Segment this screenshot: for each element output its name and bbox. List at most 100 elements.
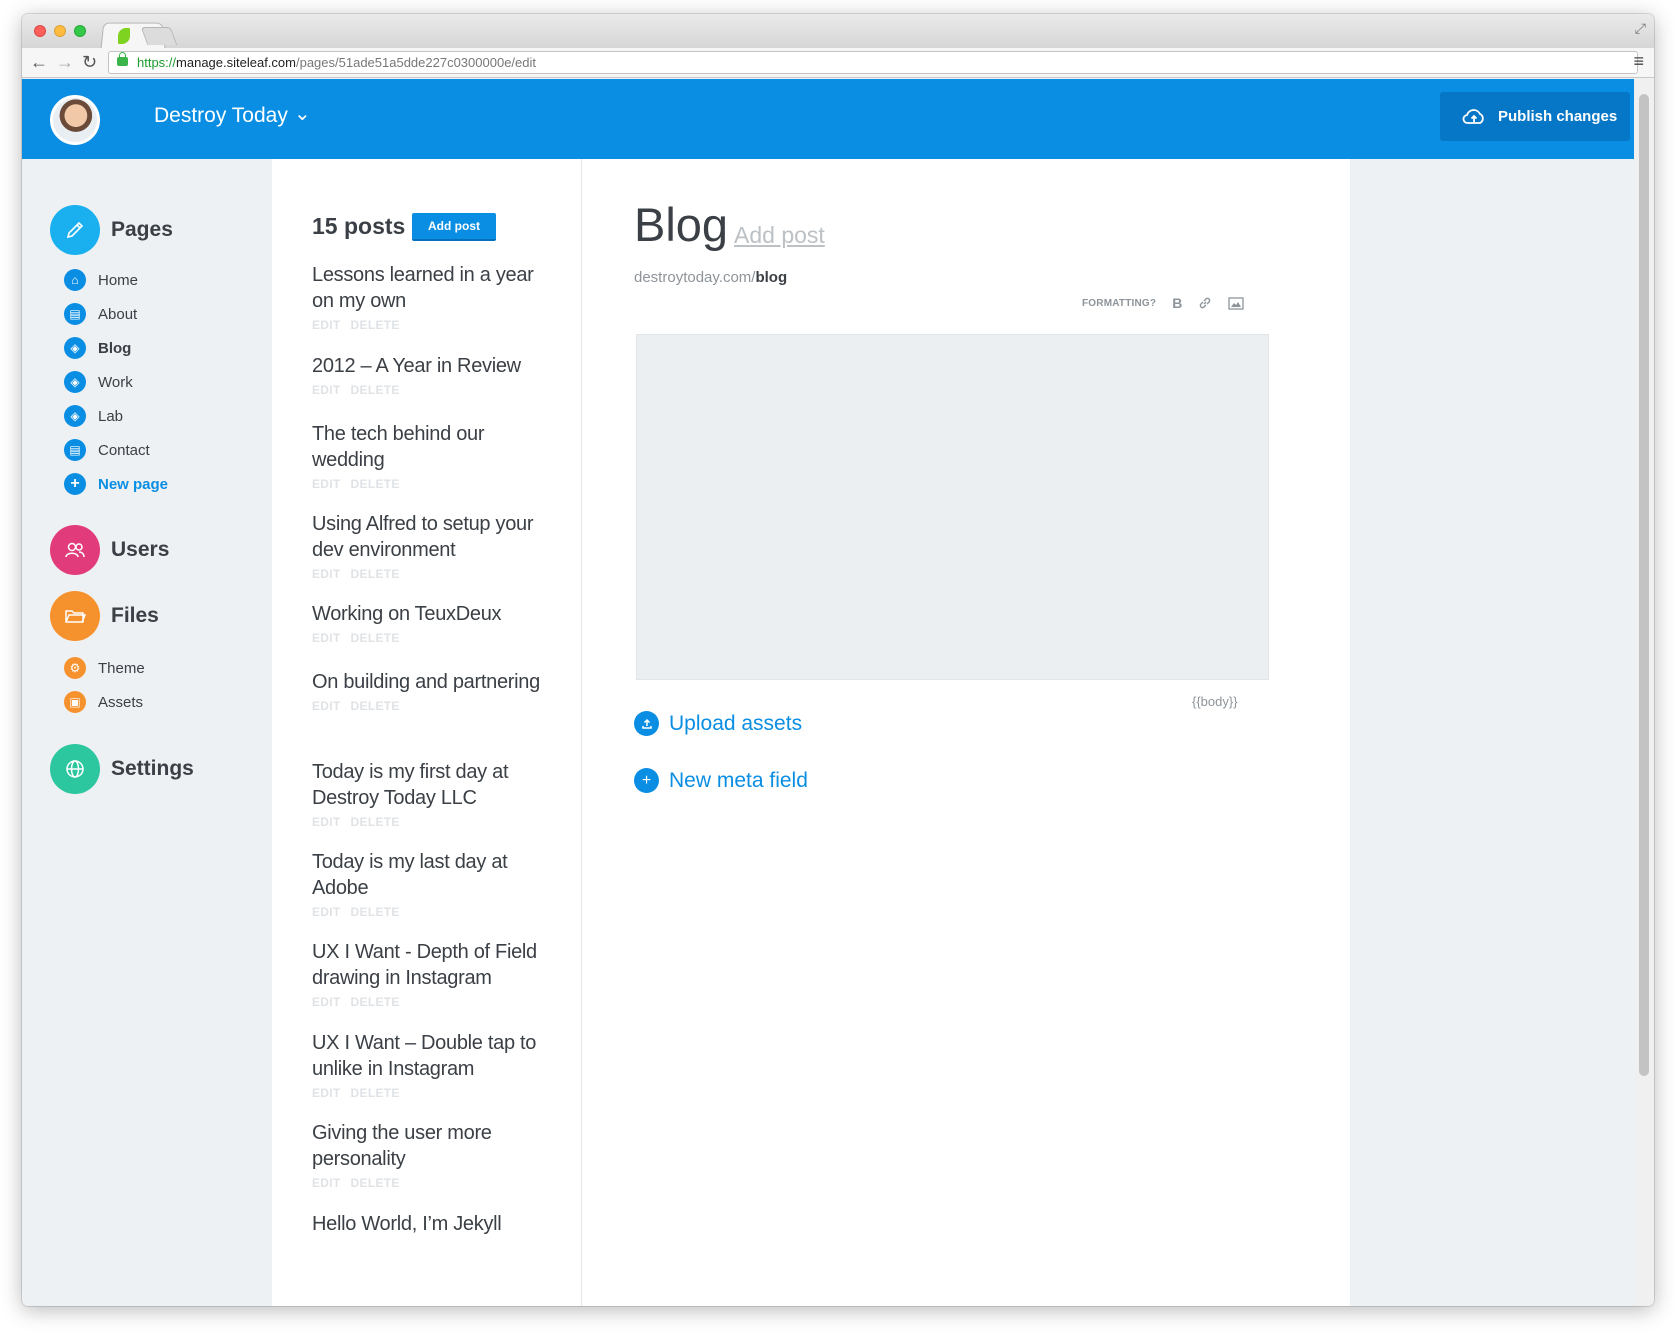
sidebar-section-users[interactable]: Users	[50, 525, 169, 575]
list-item[interactable]: 2012 – A Year in Review EDIT DELETE	[312, 353, 552, 397]
delete-link[interactable]: DELETE	[351, 318, 400, 332]
browser-menu-icon[interactable]: ≡	[1633, 51, 1644, 72]
edit-link[interactable]: EDIT	[312, 905, 341, 919]
edit-link[interactable]: EDIT	[312, 318, 341, 332]
app-header: Destroy Today ⌄ Publish changes	[22, 79, 1634, 159]
delete-link[interactable]: DELETE	[351, 567, 400, 581]
list-item[interactable]: Today is my last day at Adobe EDIT DELETE	[312, 849, 552, 919]
list-item[interactable]: The tech behind our wedding EDIT DELETE	[312, 421, 552, 491]
delete-link[interactable]: DELETE	[351, 815, 400, 829]
edit-link[interactable]: EDIT	[312, 383, 341, 397]
page-title: Blog	[634, 198, 729, 251]
post-title[interactable]: Today is my last day at Adobe	[312, 849, 552, 901]
sidebar-item-contact[interactable]: ▤ Contact	[64, 439, 150, 461]
sidebar-section-settings[interactable]: Settings	[50, 744, 194, 794]
sidebar-item-label: Home	[98, 271, 139, 289]
document-icon: ▤	[64, 303, 86, 325]
delete-link[interactable]: DELETE	[351, 477, 400, 491]
back-arrow-icon[interactable]: ←	[30, 51, 48, 73]
sidebar-item-theme[interactable]: ⚙ Theme	[64, 657, 145, 679]
fullscreen-icon[interactable]: ⤢	[1635, 20, 1646, 37]
edit-link[interactable]: EDIT	[312, 631, 341, 645]
delete-link[interactable]: DELETE	[351, 905, 400, 919]
edit-link[interactable]: EDIT	[312, 1086, 341, 1100]
sidebar-item-label: About	[98, 305, 138, 323]
delete-link[interactable]: DELETE	[351, 631, 400, 645]
edit-link[interactable]: EDIT	[312, 1176, 341, 1190]
bold-icon[interactable]: B	[1172, 295, 1182, 311]
post-title[interactable]: Today is my first day at Destroy Today L…	[312, 759, 552, 811]
list-item[interactable]: Today is my first day at Destroy Today L…	[312, 759, 552, 829]
list-item[interactable]: UX I Want – Double tap to unlike in Inst…	[312, 1030, 552, 1100]
post-title[interactable]: Giving the user more personality	[312, 1120, 552, 1172]
new-page-button[interactable]: + New page	[64, 473, 168, 495]
sidebar-item-lab[interactable]: ◈ Lab	[64, 405, 123, 427]
post-title[interactable]: Working on TeuxDeux	[312, 601, 552, 627]
delete-link[interactable]: DELETE	[351, 1176, 400, 1190]
layers-icon: ◈	[64, 371, 86, 393]
post-actions: EDIT DELETE	[312, 995, 552, 1009]
new-tab-button[interactable]	[140, 27, 178, 45]
list-item[interactable]: Working on TeuxDeux EDIT DELETE	[312, 601, 552, 645]
formatting-toolbar: FORMATTING? B	[1082, 295, 1245, 311]
site-name[interactable]: Destroy Today	[154, 104, 288, 128]
address-bar[interactable]: https://manage.siteleaf.com/pages/51ade5…	[108, 51, 1638, 74]
new-meta-field-button[interactable]: + New meta field	[634, 768, 808, 793]
page-url: destroytoday.com/blog	[634, 269, 787, 286]
minimize-window-button[interactable]	[54, 25, 66, 37]
sidebar-item-blog[interactable]: ◈ Blog	[64, 337, 131, 359]
image-icon[interactable]	[1228, 296, 1245, 310]
delete-link[interactable]: DELETE	[351, 995, 400, 1009]
upload-assets-label: Upload assets	[669, 711, 803, 735]
close-window-button[interactable]	[34, 25, 46, 37]
list-item[interactable]: Using Alfred to setup your dev environme…	[312, 511, 552, 581]
post-title[interactable]: UX I Want - Depth of Field drawing in In…	[312, 939, 552, 991]
edit-link[interactable]: EDIT	[312, 567, 341, 581]
zoom-window-button[interactable]	[74, 25, 86, 37]
sidebar-item-work[interactable]: ◈ Work	[64, 371, 133, 393]
post-actions: EDIT DELETE	[312, 567, 552, 581]
post-title[interactable]: On building and partnering	[312, 669, 552, 695]
edit-link[interactable]: EDIT	[312, 699, 341, 713]
list-item[interactable]: UX I Want - Depth of Field drawing in In…	[312, 939, 552, 1009]
body-tag: {{body}}	[1192, 694, 1238, 709]
add-post-button[interactable]: Add post	[412, 213, 496, 241]
chevron-down-icon[interactable]: ⌄	[294, 101, 311, 126]
delete-link[interactable]: DELETE	[351, 1086, 400, 1100]
link-icon[interactable]	[1198, 296, 1212, 310]
avatar[interactable]	[50, 95, 100, 145]
sidebar-item-about[interactable]: ▤ About	[64, 303, 137, 325]
upload-assets-button[interactable]: Upload assets	[634, 711, 802, 736]
sidebar-item-home[interactable]: ⌂ Home	[64, 269, 138, 291]
post-title[interactable]: The tech behind our wedding	[312, 421, 552, 473]
delete-link[interactable]: DELETE	[351, 383, 400, 397]
post-title[interactable]: Hello World, I’m Jekyll	[312, 1211, 552, 1237]
scrollbar-thumb[interactable]	[1639, 94, 1649, 1076]
list-item[interactable]: Hello World, I’m Jekyll	[312, 1211, 552, 1237]
sidebar-section-pages[interactable]: Pages	[50, 205, 173, 255]
add-post-link[interactable]: Add post	[734, 222, 825, 249]
body-textarea[interactable]	[636, 334, 1269, 680]
forward-arrow-icon[interactable]: →	[56, 51, 74, 73]
list-item[interactable]: Giving the user more personality EDIT DEL…	[312, 1120, 552, 1190]
post-title[interactable]: 2012 – A Year in Review	[312, 353, 552, 379]
sidebar-item-assets[interactable]: ▣ Assets	[64, 691, 143, 713]
list-item[interactable]: Lessons learned in a year on my own EDIT…	[312, 262, 552, 332]
list-item[interactable]: On building and partnering EDIT DELETE	[312, 669, 552, 713]
sidebar-section-files[interactable]: Files	[50, 591, 159, 641]
users-icon	[50, 525, 100, 575]
post-title[interactable]: Lessons learned in a year on my own	[312, 262, 552, 314]
new-page-label: New page	[98, 475, 169, 493]
publish-changes-button[interactable]: Publish changes	[1440, 92, 1630, 141]
edit-link[interactable]: EDIT	[312, 995, 341, 1009]
url-slug[interactable]: blog	[755, 269, 787, 286]
edit-link[interactable]: EDIT	[312, 477, 341, 491]
post-title[interactable]: Using Alfred to setup your dev environme…	[312, 511, 552, 563]
url-host: manage.siteleaf.com	[176, 55, 296, 70]
edit-link[interactable]: EDIT	[312, 815, 341, 829]
post-title[interactable]: UX I Want – Double tap to unlike in Inst…	[312, 1030, 552, 1082]
formatting-help-link[interactable]: FORMATTING?	[1082, 298, 1156, 309]
upload-icon	[634, 711, 659, 736]
delete-link[interactable]: DELETE	[351, 699, 400, 713]
reload-icon[interactable]: ↻	[82, 51, 97, 73]
